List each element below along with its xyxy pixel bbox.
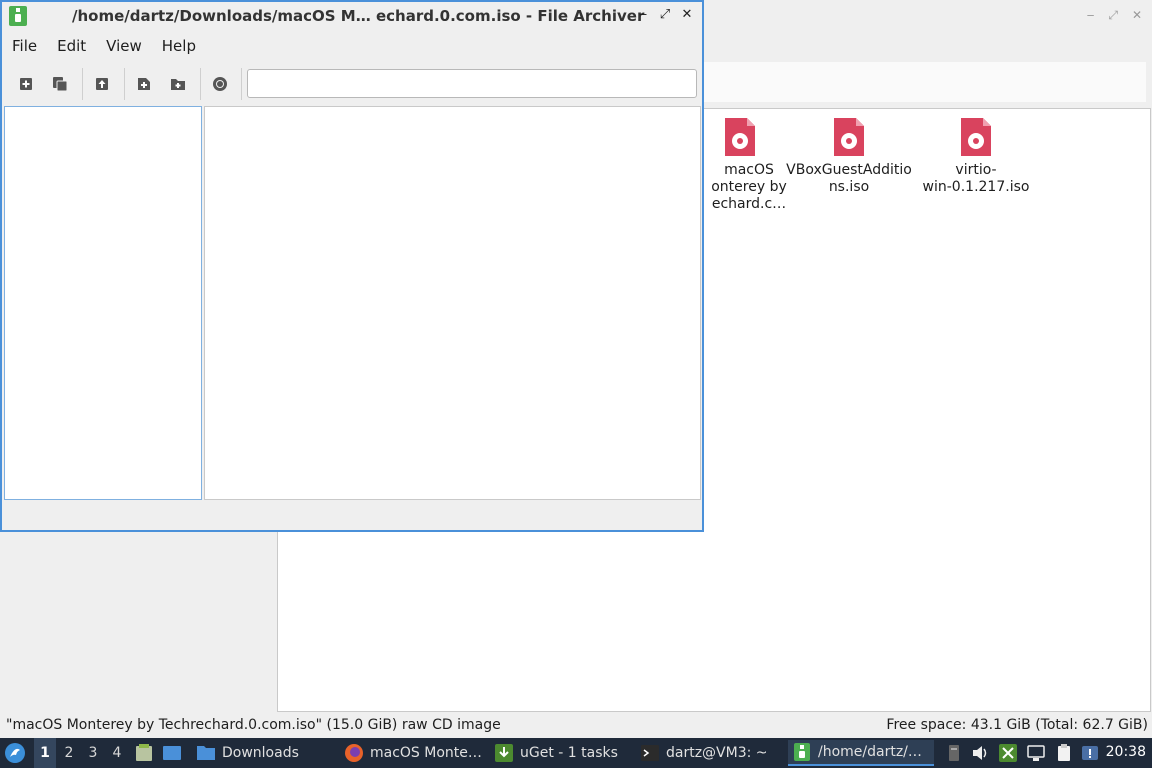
stop-icon (213, 77, 227, 91)
file-label: VBoxGuestAdditions.iso (786, 162, 912, 195)
task-uget[interactable]: uGet - 1 tasks (490, 740, 630, 766)
task-archiver[interactable]: /home/dartz/… (788, 740, 934, 766)
task-label: macOS Monte… (370, 745, 482, 761)
selection-status: "macOS Monterey by Techrechard.0.com.iso… (6, 717, 501, 733)
file-item-vbox-iso[interactable]: VBoxGuestAdditions.iso (784, 116, 914, 196)
new-archive-button[interactable] (14, 72, 38, 96)
folder-icon (197, 746, 215, 760)
lubuntu-logo-icon (5, 743, 25, 763)
maximize-icon[interactable]: ⤢ (1108, 8, 1118, 23)
show-desktop-button[interactable] (162, 738, 182, 768)
extract-icon (96, 78, 108, 90)
file-manager-path-bar[interactable] (700, 62, 1146, 102)
task-label: Downloads (222, 745, 299, 761)
close-icon[interactable]: ✕ (1132, 8, 1142, 23)
add-folder-button[interactable] (166, 72, 190, 96)
taskbar: 1 2 3 4 Downloads macOS Monte… uGet - 1 … (0, 738, 1152, 768)
extract-button[interactable] (90, 72, 114, 96)
stop-button[interactable] (208, 72, 232, 96)
desktop-icon (163, 746, 181, 760)
add-folder-icon (171, 79, 185, 90)
minimize-icon[interactable]: ‒ (1087, 8, 1095, 23)
network-icon[interactable] (1026, 743, 1046, 763)
window-title: /home/dartz/Downloads/macOS M… echard.0.… (72, 7, 645, 25)
notification-icon[interactable] (1080, 743, 1100, 763)
iso-file-icon (834, 118, 864, 156)
iso-file-icon (961, 118, 991, 156)
archiver-icon (794, 743, 810, 761)
toolbar (2, 64, 702, 104)
file-manager-icon (136, 744, 152, 761)
close-button[interactable]: ✕ (680, 7, 694, 22)
free-space-status: Free space: 43.1 GiB (Total: 62.7 GiB) (886, 717, 1148, 733)
task-firefox[interactable]: macOS Monte… (340, 740, 486, 766)
minimize-button[interactable]: ‒ (636, 7, 650, 22)
file-item-virtio-iso[interactable]: virtio- win-0.1.217.iso (911, 116, 1041, 196)
new-archive-icon (20, 78, 32, 90)
add-files-icon (138, 78, 150, 90)
file-manager-launcher[interactable] (134, 738, 154, 768)
workspace-3[interactable]: 3 (82, 738, 104, 768)
maximize-button[interactable]: ⤢ (658, 7, 672, 22)
workspace-1[interactable]: 1 (34, 738, 56, 768)
menubar: File Edit View Help (2, 33, 206, 59)
scroll-tray-icon[interactable] (944, 743, 964, 763)
archiver-app-icon (9, 6, 27, 26)
start-menu-button[interactable] (4, 738, 26, 768)
clock[interactable]: 20:38 (1106, 744, 1146, 760)
terminal-icon (641, 745, 659, 761)
open-archive-icon (53, 77, 68, 92)
xarchiver-tray-icon[interactable] (998, 743, 1018, 763)
menu-edit[interactable]: Edit (47, 33, 96, 59)
iso-file-icon (725, 118, 755, 156)
open-archive-button[interactable] (48, 72, 72, 96)
menu-help[interactable]: Help (152, 33, 206, 59)
file-label: virtio- win-0.1.217.iso (922, 162, 1030, 195)
task-downloads[interactable]: Downloads (192, 740, 332, 766)
file-manager-statusbar: "macOS Monterey by Techrechard.0.com.iso… (0, 714, 1152, 738)
location-field[interactable] (247, 69, 697, 98)
task-label: /home/dartz/… (818, 744, 922, 760)
volume-icon[interactable] (970, 743, 990, 763)
task-terminal[interactable]: dartz@VM3: ~ (636, 740, 784, 766)
file-archiver-window: /home/dartz/Downloads/macOS M… echard.0.… (0, 0, 704, 532)
firefox-icon (345, 744, 363, 762)
archiver-titlebar[interactable]: /home/dartz/Downloads/macOS M… echard.0.… (2, 2, 702, 31)
menu-view[interactable]: View (96, 33, 152, 59)
add-files-button[interactable] (132, 72, 156, 96)
folder-tree-pane[interactable] (4, 106, 202, 500)
archive-file-list[interactable] (204, 106, 701, 500)
task-label: uGet - 1 tasks (520, 745, 618, 761)
workspace-2[interactable]: 2 (58, 738, 80, 768)
uget-icon (495, 744, 513, 762)
workspace-4[interactable]: 4 (106, 738, 128, 768)
task-label: dartz@VM3: ~ (666, 745, 768, 761)
clipboard-icon[interactable] (1054, 743, 1074, 763)
menu-file[interactable]: File (2, 33, 47, 59)
